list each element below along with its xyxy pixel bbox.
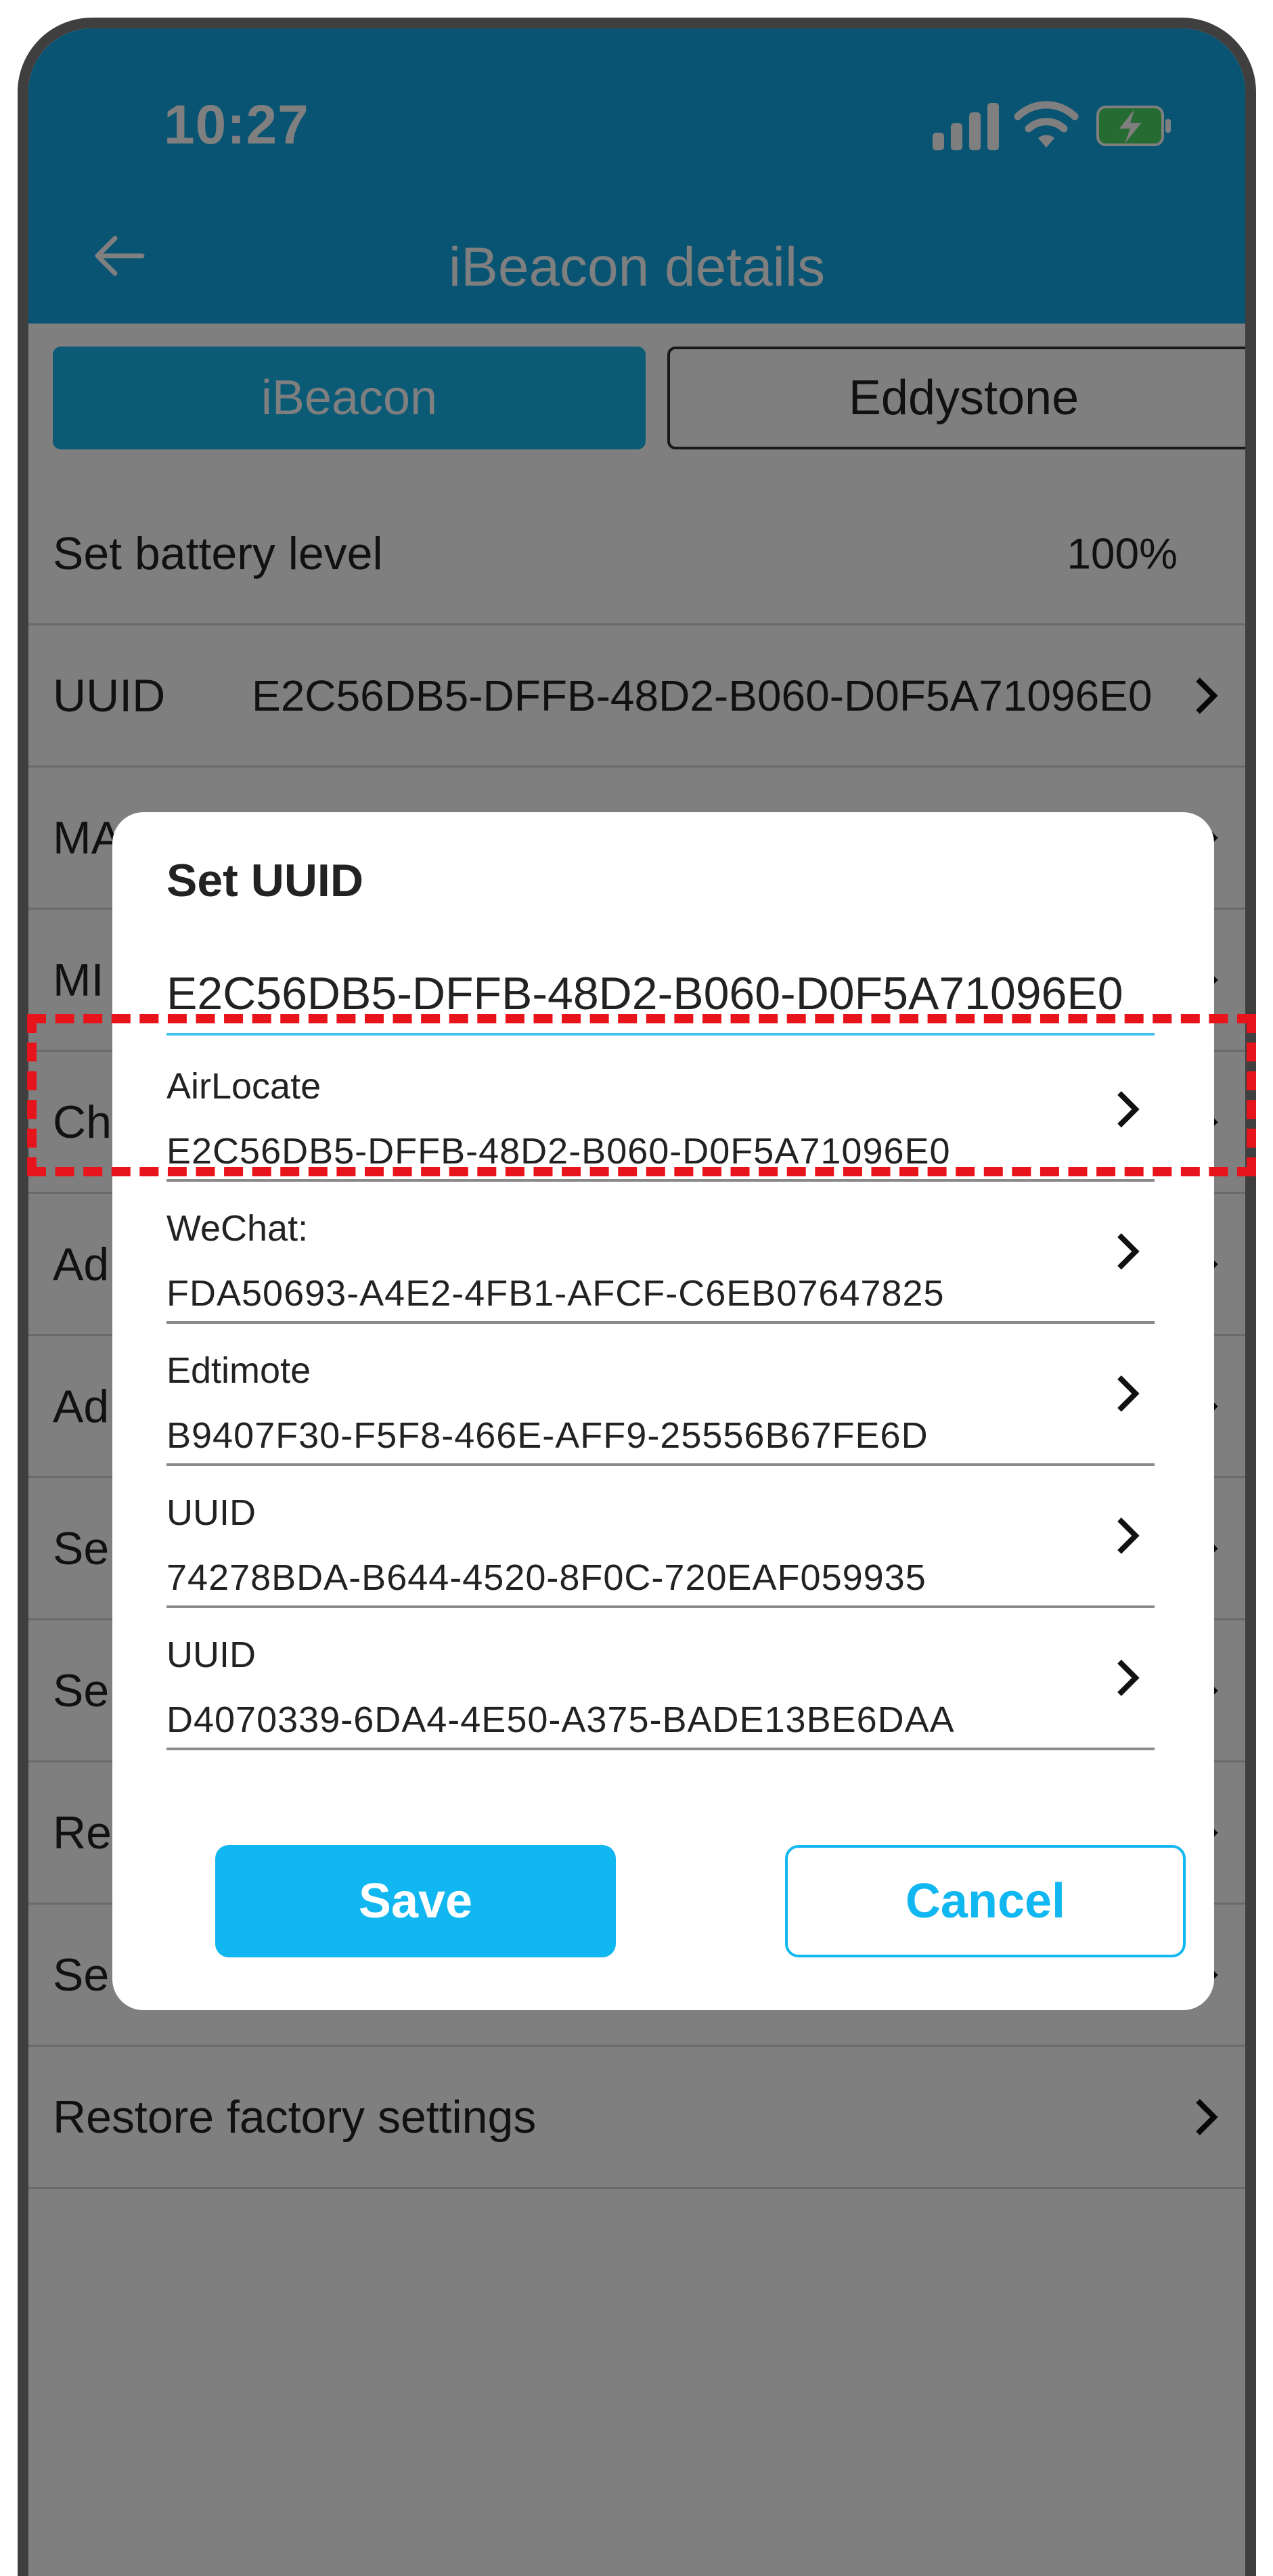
preset-name: UUID bbox=[166, 1492, 256, 1533]
dialog-title: Set UUID bbox=[166, 855, 363, 906]
preset-uuid: D4070339-6DA4-4E50-A375-BADE13BE6DAA bbox=[166, 1700, 955, 1740]
preset-name: UUID bbox=[166, 1635, 256, 1675]
chevron-right-icon bbox=[1107, 1608, 1148, 1748]
save-button[interactable]: Save bbox=[215, 1845, 616, 1957]
preset-uuid-2[interactable]: UUID D4070339-6DA4-4E50-A375-BADE13BE6DA… bbox=[166, 1608, 1155, 1750]
preset-uuid-1[interactable]: UUID 74278BDA-B644-4520-8F0C-720EAF05993… bbox=[166, 1466, 1155, 1608]
highlight-box bbox=[27, 1014, 1256, 1176]
set-uuid-dialog: Set UUID E2C56DB5-DFFB-48D2-B060-D0F5A71… bbox=[112, 812, 1214, 2010]
preset-edtimote[interactable]: Edtimote B9407F30-F5F8-466E-AFF9-25556B6… bbox=[166, 1324, 1155, 1466]
chevron-right-icon bbox=[1107, 1466, 1148, 1605]
cancel-button[interactable]: Cancel bbox=[785, 1845, 1186, 1957]
preset-uuid: 74278BDA-B644-4520-8F0C-720EAF059935 bbox=[166, 1557, 926, 1598]
preset-name: Edtimote bbox=[166, 1350, 311, 1391]
chevron-right-icon bbox=[1107, 1324, 1148, 1463]
preset-uuid: FDA50693-A4E2-4FB1-AFCF-C6EB07647825 bbox=[166, 1273, 945, 1314]
preset-name: WeChat: bbox=[166, 1208, 309, 1249]
phone-frame: 10:27 iBeacon details iBeaco bbox=[18, 18, 1256, 2576]
preset-wechat[interactable]: WeChat: FDA50693-A4E2-4FB1-AFCF-C6EB0764… bbox=[166, 1182, 1155, 1324]
screen: 10:27 iBeacon details iBeaco bbox=[28, 28, 1245, 2576]
chevron-right-icon bbox=[1107, 1182, 1148, 1321]
preset-uuid: B9407F30-F5F8-466E-AFF9-25556B67FE6D bbox=[166, 1415, 929, 1456]
